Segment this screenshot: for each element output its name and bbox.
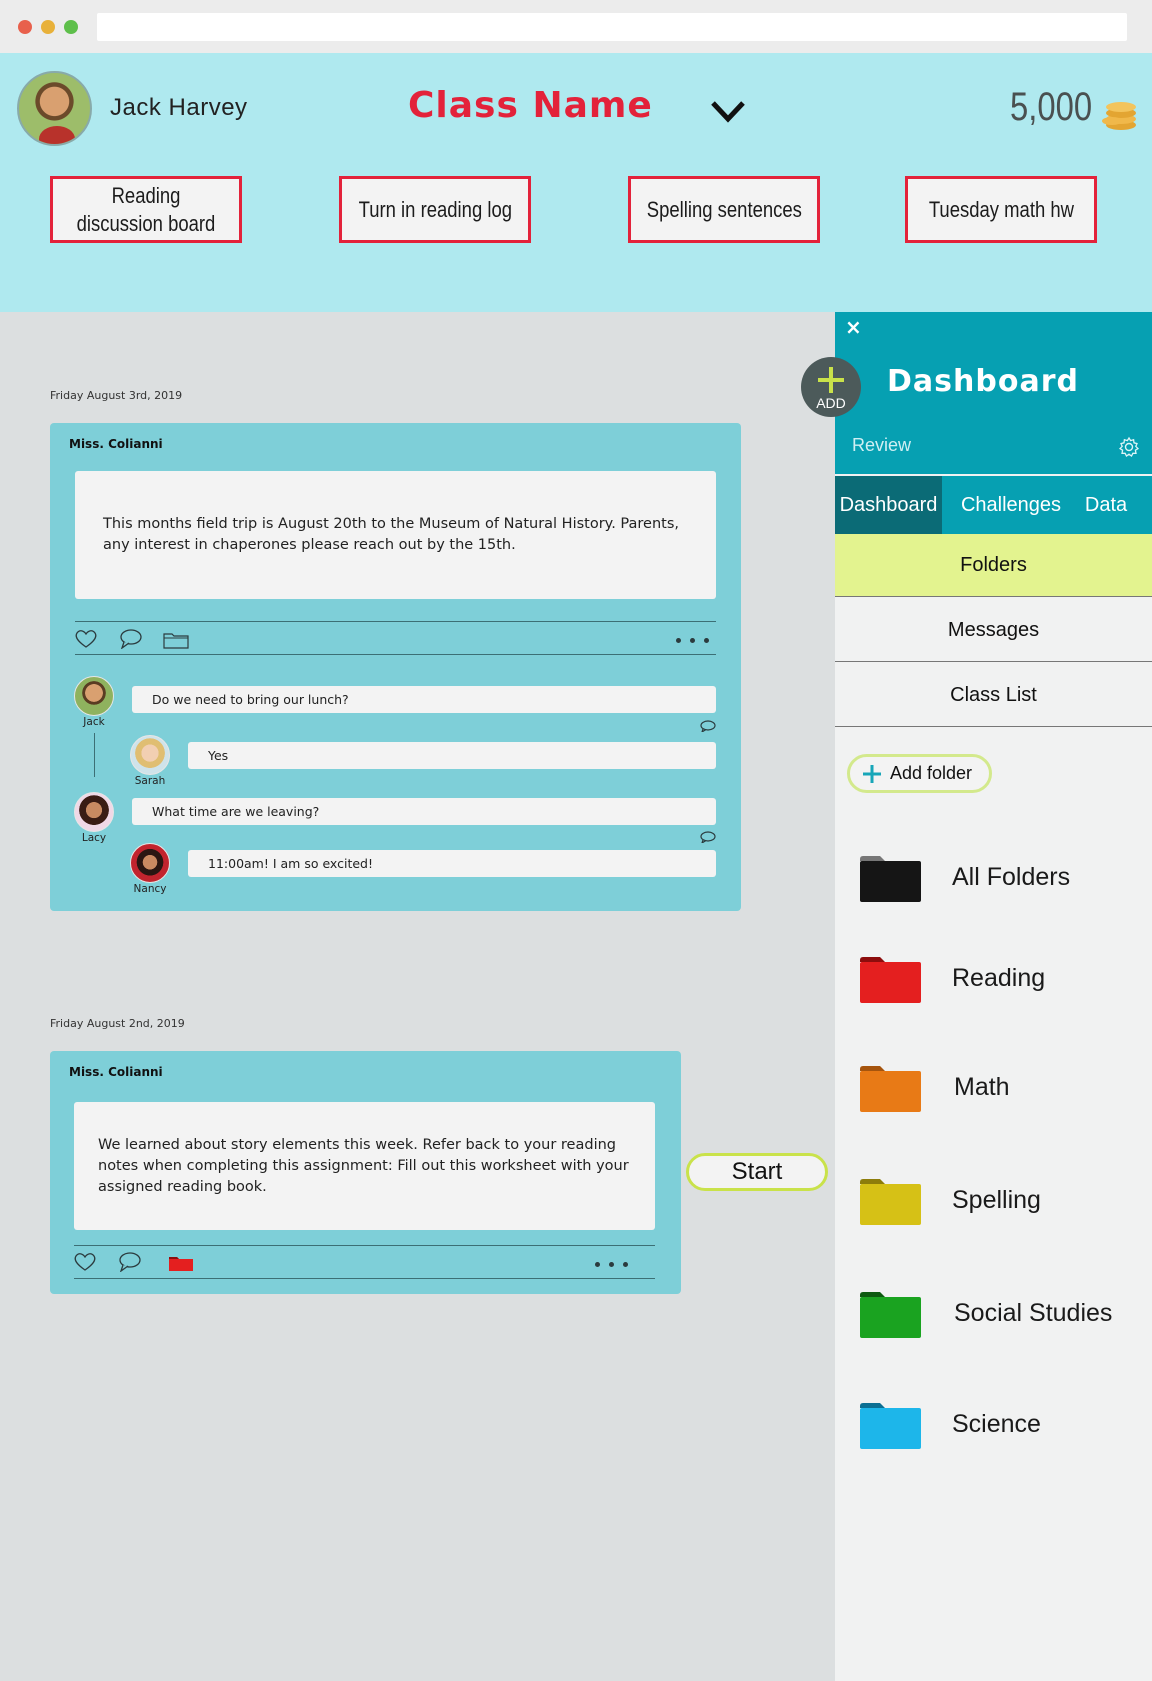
start-button[interactable]: Start (686, 1153, 828, 1191)
post-date: Friday August 3rd, 2019 (50, 389, 183, 402)
post-date: Friday August 2nd, 2019 (50, 1017, 185, 1030)
assignment-reading-log[interactable]: Turn in reading log (339, 176, 531, 243)
add-folder-label: Add folder (890, 763, 973, 783)
minimize-window-dot[interactable] (41, 20, 55, 34)
close-window-dot[interactable] (18, 20, 32, 34)
folder-icon (860, 957, 921, 1003)
reply-icon[interactable] (700, 720, 716, 732)
comment-bubble: 11:00am! I am so excited! (188, 850, 716, 877)
tab-challenges[interactable]: Challenges (947, 476, 1075, 534)
add-label: ADD (816, 395, 846, 411)
coins-icon (1102, 102, 1136, 130)
comment-bubble: Do we need to bring our lunch? (132, 686, 716, 713)
review-link[interactable]: Review (852, 435, 911, 456)
like-heart-icon[interactable] (73, 1252, 97, 1272)
divider (75, 654, 716, 655)
comment-bubble: Yes (188, 742, 716, 769)
chevron-down-icon[interactable] (710, 98, 746, 124)
folder-all[interactable]: All Folders (860, 855, 1152, 905)
divider (74, 1278, 655, 1279)
folder-label: All Folders (952, 863, 1071, 891)
comment-icon[interactable] (118, 1252, 142, 1272)
tab-data[interactable]: Data (1075, 476, 1137, 534)
assignment-reading-discussion[interactable]: Reading discussion board (50, 176, 242, 243)
address-bar[interactable] (97, 13, 1127, 41)
folder-spelling[interactable]: Spelling (860, 1178, 1152, 1228)
folder-icon (860, 1179, 921, 1225)
plus-icon (863, 764, 881, 783)
divider (74, 1245, 655, 1246)
comment-icon[interactable] (119, 629, 143, 649)
dashboard-sidebar: × Dashboard Review Dashboard Challenges … (835, 312, 1152, 1681)
post-author: Miss. Colianni (69, 437, 163, 451)
reply-icon[interactable] (700, 831, 716, 843)
tab-dashboard[interactable]: Dashboard (835, 476, 942, 534)
avatar[interactable] (130, 843, 170, 883)
folder-science[interactable]: Science (860, 1402, 1152, 1452)
browser-chrome (0, 0, 1152, 53)
class-name[interactable]: Class Name (408, 85, 653, 126)
folder-label: Science (952, 1410, 1041, 1438)
close-icon[interactable]: × (845, 315, 862, 339)
more-options-icon[interactable] (595, 1262, 628, 1267)
commenter-name: Lacy (81, 832, 107, 844)
post-card: Miss. Colianni We learned about story el… (50, 1051, 681, 1294)
folder-reading[interactable]: Reading (860, 956, 1152, 1006)
folder-icon (860, 856, 921, 902)
folder-social-studies[interactable]: Social Studies (860, 1291, 1152, 1341)
commenter-name: Jack (83, 716, 105, 728)
folder-math[interactable]: Math (860, 1065, 1152, 1115)
add-folder-button[interactable]: Add folder (847, 754, 992, 793)
menu-folders[interactable]: Folders (835, 534, 1152, 597)
thread-line (94, 733, 95, 777)
post-card: Miss. Colianni This months field trip is… (50, 423, 741, 911)
commenter-name: Nancy (133, 883, 167, 895)
folder-label: Social Studies (954, 1299, 1113, 1327)
more-options-icon[interactable] (676, 638, 709, 643)
folder-outline-icon[interactable] (163, 631, 189, 649)
commenter-name: Sarah (134, 775, 166, 787)
avatar[interactable] (130, 735, 170, 775)
folder-icon (860, 1066, 921, 1112)
like-heart-icon[interactable] (74, 629, 98, 649)
assignment-spelling-sentences[interactable]: Spelling sentences (628, 176, 820, 243)
menu-messages[interactable]: Messages (835, 599, 1152, 662)
divider (75, 621, 716, 622)
maximize-window-dot[interactable] (64, 20, 78, 34)
add-button[interactable]: ADD (801, 357, 861, 417)
reading-folder-icon[interactable] (168, 1254, 194, 1272)
sidebar-title: Dashboard (887, 364, 1079, 399)
class-header: Jack Harvey Class Name 5,000 Reading dis… (0, 53, 1152, 312)
sidebar-tabs: Dashboard Challenges Data (835, 476, 1152, 534)
comment-bubble: What time are we leaving? (132, 798, 716, 825)
user-name: Jack Harvey (110, 94, 248, 121)
avatar[interactable] (17, 71, 92, 146)
folder-label: Math (954, 1073, 1010, 1101)
folder-label: Reading (952, 964, 1046, 992)
post-body: This months field trip is August 20th to… (75, 471, 716, 599)
post-body: We learned about story elements this wee… (74, 1102, 655, 1230)
sidebar-header: × Dashboard Review (835, 312, 1152, 474)
post-author: Miss. Colianni (69, 1065, 163, 1079)
assignment-math-hw[interactable]: Tuesday math hw (905, 176, 1097, 243)
plus-icon (818, 367, 844, 393)
folder-label: Spelling (952, 1186, 1041, 1214)
coin-balance: 5,000 (1010, 85, 1093, 129)
folder-icon (860, 1292, 921, 1338)
folder-icon (860, 1403, 921, 1449)
avatar[interactable] (74, 792, 114, 832)
gear-icon[interactable] (1118, 436, 1140, 458)
avatar[interactable] (74, 676, 114, 716)
menu-class-list[interactable]: Class List (835, 664, 1152, 727)
